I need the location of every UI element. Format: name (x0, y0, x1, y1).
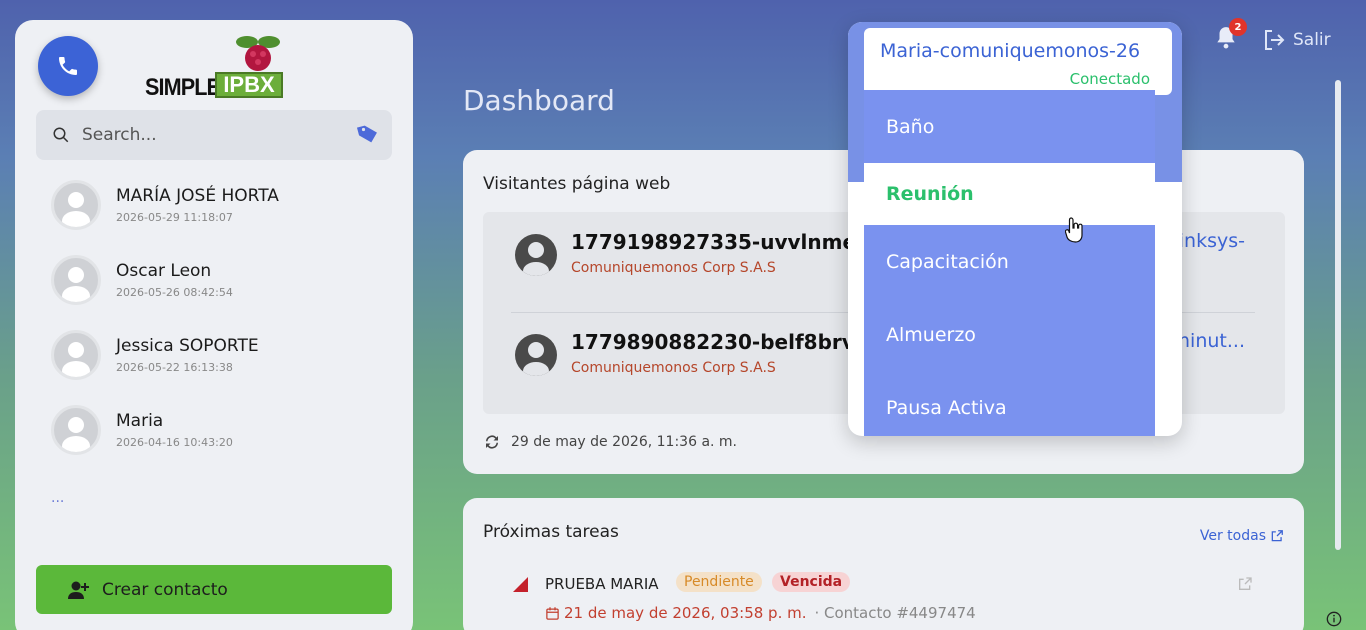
contact-item[interactable]: Maria 2026-04-16 10:43:20 (51, 403, 391, 478)
priority-icon (513, 577, 528, 592)
visitor-url[interactable]: minut... (1172, 330, 1245, 352)
scrollbar[interactable] (1335, 80, 1341, 550)
status-options: Baño Reunión Capacitación Almuerzo Pausa… (864, 90, 1155, 436)
contact-item[interactable]: MARÍA JOSÉ HORTA 2026-05-29 11:18:07 (51, 178, 391, 253)
user-icon (62, 192, 90, 227)
create-contact-label: Crear contacto (102, 579, 228, 600)
contact-time: 2026-05-22 16:13:38 (116, 361, 233, 374)
contact-name: Maria (116, 411, 164, 431)
task-contact: · Contacto #4497474 (814, 604, 976, 622)
contact-name: MARÍA JOSÉ HORTA (116, 186, 279, 206)
status-option-reunion[interactable]: Reunión (864, 163, 1155, 225)
task-item[interactable]: PRUEBA MARIA Pendiente Vencida 21 de may… (513, 572, 1253, 630)
agent-name: Maria-comuniquemonos-26 (880, 40, 1141, 62)
status-badge: Pendiente (676, 572, 762, 592)
avatar (515, 334, 557, 376)
last-updated: 29 de may de 2026, 11:36 a. m. (511, 434, 738, 450)
refresh-status[interactable]: 29 de may de 2026, 11:36 a. m. (483, 433, 737, 451)
tasks-card: Próximas tareas Ver todas PRUEBA MARIA P… (463, 498, 1304, 630)
see-all-link[interactable]: Ver todas (1200, 528, 1284, 544)
user-icon (62, 267, 90, 302)
status-option-almuerzo[interactable]: Almuerzo (864, 298, 1155, 371)
contact-time: 2026-05-26 08:42:54 (116, 286, 233, 299)
logout-label: Salir (1293, 30, 1331, 50)
contact-list: MARÍA JOSÉ HORTA 2026-05-29 11:18:07 Osc… (51, 178, 391, 478)
logout-icon (1265, 30, 1285, 50)
external-link-icon (1271, 530, 1283, 542)
avatar (515, 234, 557, 276)
create-contact-button[interactable]: Crear contacto (36, 565, 392, 614)
tasks-title: Próximas tareas (483, 522, 619, 542)
calendar-icon (546, 606, 559, 620)
see-all-label: Ver todas (1199, 528, 1266, 544)
info-icon[interactable] (1326, 611, 1342, 627)
add-user-icon (68, 581, 89, 599)
page-title: Dashboard (463, 84, 615, 117)
visitors-title: Visitantes página web (483, 174, 671, 194)
user-icon (523, 342, 549, 376)
status-dropdown: Maria-comuniquemonos-26 Conectado Baño R… (848, 22, 1182, 436)
avatar (51, 330, 101, 380)
raspberry-logo-icon (236, 36, 280, 71)
visitor-company: Comuniquemonos Corp S.A.S (571, 260, 776, 276)
status-option-capacitacion[interactable]: Capacitación (864, 225, 1155, 298)
task-date: 21 de may de 2026, 03:58 p. m. · Contact… (545, 604, 976, 622)
task-date-text: 21 de may de 2026, 03:58 p. m. (564, 604, 807, 622)
phone-icon (59, 57, 77, 75)
logout-button[interactable]: Salir (1263, 28, 1331, 52)
user-icon (62, 342, 90, 377)
visitor-company: Comuniquemonos Corp S.A.S (571, 360, 776, 376)
visitor-id: 1779890882230-belf8brvc (571, 330, 867, 354)
external-link-icon[interactable] (1237, 576, 1253, 592)
hand-cursor-icon (1065, 217, 1083, 243)
contact-item[interactable]: Jessica SOPORTE 2026-05-22 16:13:38 (51, 328, 391, 403)
contact-time: 2026-05-29 11:18:07 (116, 211, 233, 224)
logo-badge: IPBX (215, 72, 283, 98)
overdue-badge: Vencida (772, 572, 851, 592)
status-option-pausa-activa[interactable]: Pausa Activa (864, 371, 1155, 436)
dropdown-header[interactable]: Maria-comuniquemonos-26 Conectado (864, 28, 1172, 95)
refresh-icon (486, 435, 498, 449)
sidebar: SIMPLE IPBX MARÍA JOSÉ HORTA 2026-05-29 … (15, 20, 413, 630)
notification-badge: 2 (1229, 18, 1247, 36)
search-icon (53, 127, 69, 143)
search-input[interactable] (82, 125, 332, 145)
tag-icon[interactable] (356, 122, 380, 146)
load-more-indicator[interactable]: ... (51, 490, 64, 506)
contact-name: Jessica SOPORTE (116, 336, 259, 356)
avatar (51, 405, 101, 455)
logo: SIMPLE IPBX (145, 32, 285, 101)
status-option-bano[interactable]: Baño (864, 90, 1155, 163)
task-name: PRUEBA MARIA (545, 575, 659, 593)
contact-time: 2026-04-16 10:43:20 (116, 436, 233, 449)
search-bar (36, 110, 392, 160)
logo-text: SIMPLE (145, 74, 221, 101)
avatar (51, 255, 101, 305)
contact-name: Oscar Leon (116, 261, 212, 281)
phone-button[interactable] (38, 36, 98, 96)
user-icon (523, 242, 549, 276)
user-icon (62, 417, 90, 452)
avatar (51, 180, 101, 230)
contact-item[interactable]: Oscar Leon 2026-05-26 08:42:54 (51, 253, 391, 328)
visitor-id: 1779198927335-uvvlnme3y (571, 230, 883, 254)
connection-status: Conectado (1069, 70, 1150, 88)
